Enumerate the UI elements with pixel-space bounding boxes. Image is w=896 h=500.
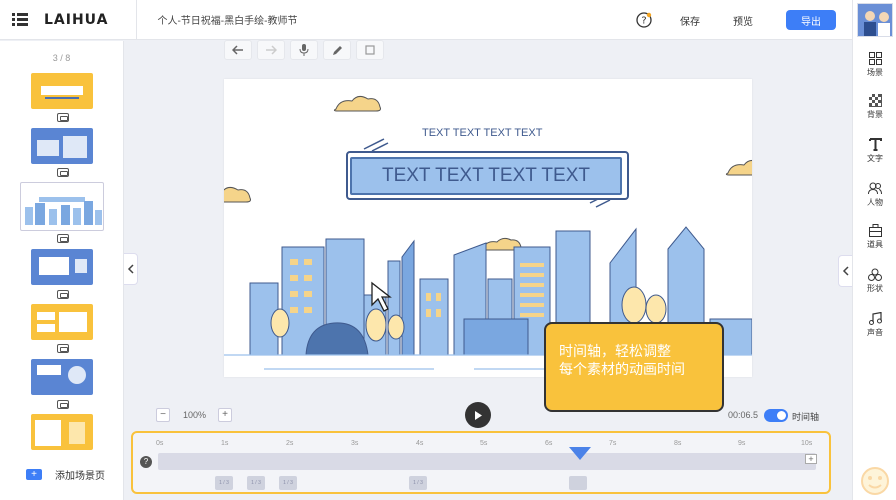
- zoom-out-button[interactable]: −: [156, 408, 170, 422]
- timeline-clip[interactable]: 1 / 3: [409, 476, 427, 490]
- sidebar-item-label: 道具: [867, 240, 883, 249]
- current-time: 00:06.5: [728, 410, 759, 420]
- scene-thumbnail-7[interactable]: [31, 414, 93, 450]
- timeline-tick: 5s: [480, 440, 488, 447]
- add-scene-button[interactable]: + 添加场景页: [26, 467, 105, 482]
- redo-icon[interactable]: [257, 40, 285, 60]
- scene-thumbnail-3[interactable]: [20, 182, 104, 231]
- timeline-help-icon[interactable]: ?: [140, 456, 152, 468]
- sidebar-item-label: 声音: [867, 328, 883, 337]
- timeline-toggle-label: 时间轴: [792, 412, 820, 422]
- scene-thumbnail-5[interactable]: [31, 304, 93, 340]
- timeline-panel: 0s 1s 2s 3s 4s 5s 6s 7s 8s 9s 10s ? + 1 …: [131, 431, 831, 494]
- sidebar-item-label: 形状: [867, 284, 883, 293]
- timeline-clip-marker[interactable]: [569, 476, 587, 490]
- music-icon: [853, 310, 896, 326]
- sidebar-item-label: 人物: [867, 198, 883, 207]
- sidebar-item-label: 文字: [867, 154, 883, 163]
- timeline-tip: 时间轴，轻松调整 每个素材的动画时间: [544, 322, 724, 412]
- scene-transition-icon[interactable]: [57, 344, 69, 353]
- tip-line-1: 时间轴，轻松调整: [559, 343, 671, 359]
- add-scene-label: 添加场景页: [55, 471, 105, 482]
- scene-transition-icon[interactable]: [57, 168, 69, 177]
- sidebar-item-sound[interactable]: 声音: [853, 310, 896, 338]
- watermark-logo: [760, 462, 896, 500]
- timeline-tick: 1s: [221, 440, 229, 447]
- edit-toolbar: [224, 40, 384, 60]
- microphone-icon[interactable]: [290, 40, 318, 60]
- timeline-tick: 2s: [286, 440, 294, 447]
- scene-grid-icon: [853, 50, 896, 66]
- people-icon: [853, 180, 896, 196]
- avatar[interactable]: [857, 3, 893, 37]
- asset-sidebar: 场景 背景 文字 人物 道具 形状 声音: [852, 0, 896, 500]
- scene-transition-icon[interactable]: [57, 400, 69, 409]
- tip-line-2: 每个素材的动画时间: [559, 361, 685, 377]
- timeline-tick: 8s: [674, 440, 682, 447]
- scene-thumbnail-2[interactable]: [31, 128, 93, 164]
- timeline-tick: 9s: [738, 440, 746, 447]
- play-button[interactable]: [465, 402, 491, 428]
- scene-transition-icon[interactable]: [57, 113, 69, 122]
- plus-icon: +: [26, 469, 42, 480]
- canvas-title[interactable]: TEXT TEXT TEXT TEXT: [350, 157, 622, 195]
- document-title[interactable]: 个人-节日祝福-黑白手绘-教师节: [157, 12, 297, 27]
- timeline-clip[interactable]: 1 / 3: [279, 476, 297, 490]
- sidebar-item-people[interactable]: 人物: [853, 180, 896, 208]
- top-bar: LAIHUA 个人-节日祝福-黑白手绘-教师节 ? 保存 预览 导出: [0, 0, 852, 40]
- shapes-icon: [853, 266, 896, 282]
- timeline-tick: 4s: [416, 440, 424, 447]
- timeline-tick: 10s: [801, 440, 813, 447]
- sidebar-item-scene[interactable]: 场景: [853, 50, 896, 78]
- timeline-tick: 3s: [351, 440, 359, 447]
- header-actions: ? 保存 预览 导出: [636, 0, 836, 40]
- help-icon[interactable]: ?: [636, 12, 652, 28]
- sidebar-item-label: 场景: [867, 68, 883, 77]
- divider: [136, 0, 138, 40]
- playhead-marker[interactable]: [569, 447, 591, 460]
- zoom-control: − 100% +: [156, 408, 233, 422]
- scene-thumbnail-6[interactable]: [31, 359, 93, 395]
- timeline-tick: 6s: [545, 440, 553, 447]
- preview-button[interactable]: 预览: [733, 13, 753, 28]
- sidebar-item-props[interactable]: 道具: [853, 222, 896, 250]
- sidebar-item-label: 背景: [867, 110, 883, 119]
- sidebar-item-text[interactable]: 文字: [853, 136, 896, 164]
- save-button[interactable]: 保存: [680, 13, 700, 28]
- timeline-clip[interactable]: 1 / 3: [215, 476, 233, 490]
- timeline-tick: 0s: [156, 440, 164, 447]
- svg-text:?: ?: [641, 16, 646, 27]
- square-icon[interactable]: [356, 40, 384, 60]
- canvas-subtitle[interactable]: TEXT TEXT TEXT TEXT: [422, 127, 542, 139]
- collapse-right-chevron-icon[interactable]: [838, 255, 852, 287]
- zoom-level: 100%: [183, 410, 207, 420]
- background-icon: [853, 92, 896, 108]
- play-icon: [475, 410, 482, 420]
- props-icon: [853, 222, 896, 238]
- timeline-clip[interactable]: 1 / 3: [247, 476, 265, 490]
- app-logo[interactable]: LAIHUA: [44, 12, 108, 28]
- scene-transition-icon[interactable]: [57, 234, 69, 243]
- timeline-track[interactable]: [158, 453, 816, 470]
- sidebar-item-background[interactable]: 背景: [853, 92, 896, 120]
- collapse-left-chevron-icon[interactable]: [124, 253, 138, 285]
- scene-transition-icon[interactable]: [57, 290, 69, 299]
- sidebar-item-shapes[interactable]: 形状: [853, 266, 896, 294]
- scene-thumbnail-1[interactable]: [31, 73, 93, 109]
- timeline-tick: 7s: [609, 440, 617, 447]
- scene-thumbnail-4[interactable]: [31, 249, 93, 285]
- scene-panel: 3 / 8 + 添加场景页: [0, 41, 124, 500]
- scene-page-count: 3 / 8: [52, 53, 71, 63]
- timeline-toggle[interactable]: [764, 409, 788, 422]
- undo-icon[interactable]: [224, 40, 252, 60]
- text-icon: [853, 136, 896, 152]
- menu-icon[interactable]: [0, 0, 40, 40]
- pencil-icon[interactable]: [323, 40, 351, 60]
- export-button[interactable]: 导出: [786, 10, 836, 30]
- zoom-in-button[interactable]: +: [218, 408, 233, 422]
